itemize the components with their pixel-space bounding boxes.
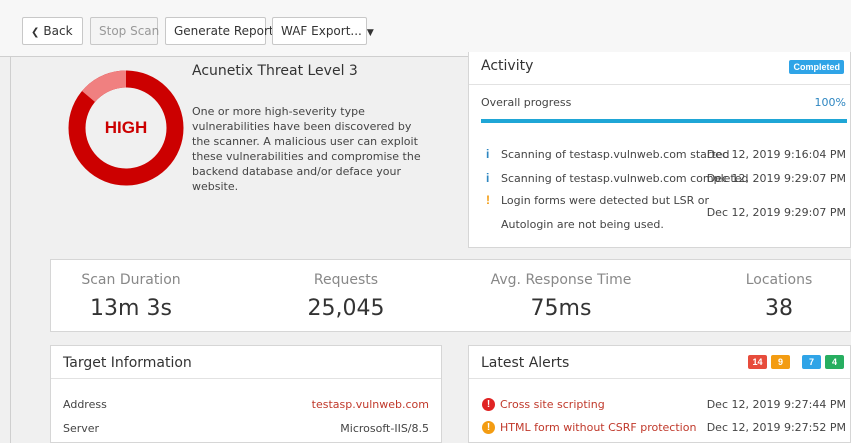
waf-export-dropdown[interactable]: WAF Export... ▼ [272,17,374,45]
generate-report-label: Generate Report [174,24,274,38]
target-information-title: Target Information [63,355,192,371]
status-badge: Completed [789,60,844,74]
activity-title: Activity [481,58,534,74]
scan-stats: Scan Duration 13m 3s Requests 25,045 Avg… [50,259,851,332]
threat-description: One or more high-severity type vulnerabi… [192,105,421,193]
event-time: Dec 12, 2019 9:16:04 PM [706,148,846,161]
activity-header-divider [469,84,850,85]
medium-severity-icon: ! [482,421,495,434]
server-key: Server [63,422,100,435]
target-header-divider [51,378,441,379]
waf-export-label: WAF Export... [281,24,362,38]
progress-fill [481,119,847,123]
info-icon: i [486,171,490,185]
alert-link[interactable]: Cross site scripting [500,398,605,411]
requests-value: 25,045 [307,296,385,321]
stop-scan-button[interactable]: Stop Scan [90,17,160,45]
back-button[interactable]: ❮ Back [22,17,83,45]
alert-time: Dec 12, 2019 9:27:52 PM [706,421,846,434]
alert-link[interactable]: HTML form without CSRF protection [500,421,696,434]
info-icon: i [486,147,490,161]
address-link[interactable]: testasp.vulnweb.com [312,398,429,411]
threat-level-text: HIGH [105,118,148,137]
info-alert-count[interactable]: 4 [825,355,844,369]
threat-ring-accent [81,70,127,103]
warning-icon: ! [486,193,490,207]
activity-panel: Activity Completed Overall progress 100%… [468,52,851,248]
stop-scan-label: Stop Scan [99,24,160,38]
medium-alert-count[interactable]: 9 [771,355,790,369]
scan-duration-value: 13m 3s [90,296,172,321]
back-label: Back [43,24,73,38]
requests-label: Requests [313,272,379,288]
progress-bar [481,119,847,123]
page-left-border [10,0,11,443]
address-key: Address [63,398,107,411]
event-time: Dec 12, 2019 9:29:07 PM [706,172,846,185]
progress-label: Overall progress [481,96,572,109]
event-text-line2: Autologin are not being used. [501,218,664,231]
threat-title: Acunetix Threat Level 3 [192,63,358,79]
progress-value: 100% [814,96,846,109]
event-text-line1: Login forms were detected but LSR or [501,194,710,207]
latest-alerts-panel: Latest Alerts 14 9 7 4 ! Cross site scri… [468,345,851,443]
threat-level-donut: HIGH [68,70,184,186]
low-alert-count[interactable]: 7 [802,355,821,369]
high-alert-count[interactable]: 14 [748,355,767,369]
locations-label: Locations [745,272,813,288]
target-information-panel: Target Information Address testasp.vulnw… [50,345,442,443]
latest-alerts-title: Latest Alerts [481,355,570,371]
toolbar: ❮ Back Stop Scan Generate Report WAF Expo… [0,0,851,57]
generate-report-button[interactable]: Generate Report [165,17,274,45]
server-value: Microsoft-IIS/8.5 [340,422,429,435]
response-time-value: 75ms [530,296,592,321]
response-time-label: Avg. Response Time [490,272,632,288]
high-severity-icon: ! [482,398,495,411]
alert-time: Dec 12, 2019 9:27:44 PM [706,398,846,411]
event-time: Dec 12, 2019 9:29:07 PM [706,206,846,219]
event-text: Scanning of testasp.vulnweb.com started [501,148,730,161]
caret-down-icon: ▼ [366,28,374,38]
locations-value: 38 [765,296,793,321]
alerts-header-divider [469,378,850,379]
scan-duration-label: Scan Duration [81,272,181,288]
chevron-left-icon: ❮ [31,27,40,38]
